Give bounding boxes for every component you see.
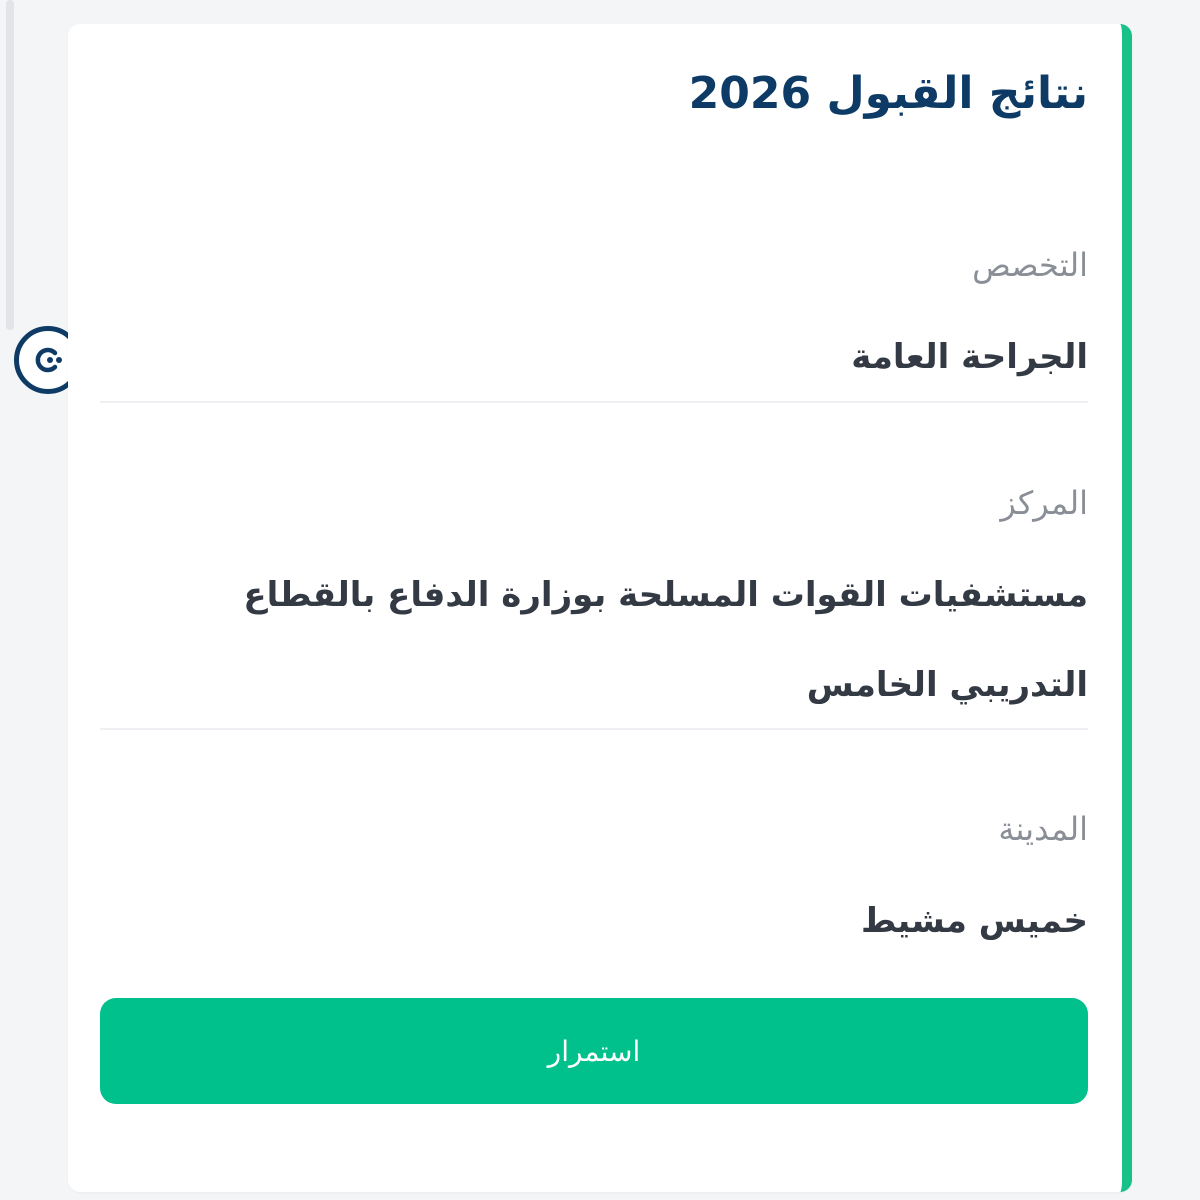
page-title: نتائج القبول 2026: [688, 68, 1088, 119]
card-content: نتائج القبول 2026 التخصص الجراحة العامة …: [100, 24, 1088, 1192]
divider: [100, 401, 1088, 403]
specialty-value: الجراحة العامة: [851, 337, 1088, 377]
city-label: المدينة: [998, 810, 1088, 848]
scrollbar[interactable]: [6, 0, 14, 330]
center-label: المركز: [1000, 484, 1088, 522]
specialty-label: التخصص: [972, 246, 1088, 284]
continue-button[interactable]: استمرار: [100, 998, 1088, 1104]
results-card: نتائج القبول 2026 التخصص الجراحة العامة …: [68, 24, 1132, 1192]
city-value: خميس مشيط: [860, 901, 1088, 941]
center-value: مستشفيات القوات المسلحة بوزارة الدفاع با…: [243, 575, 1088, 705]
divider: [100, 728, 1088, 730]
accessibility-widget-icon: [35, 347, 62, 373]
page: نتائج القبول 2026 التخصص الجراحة العامة …: [0, 0, 1200, 1200]
